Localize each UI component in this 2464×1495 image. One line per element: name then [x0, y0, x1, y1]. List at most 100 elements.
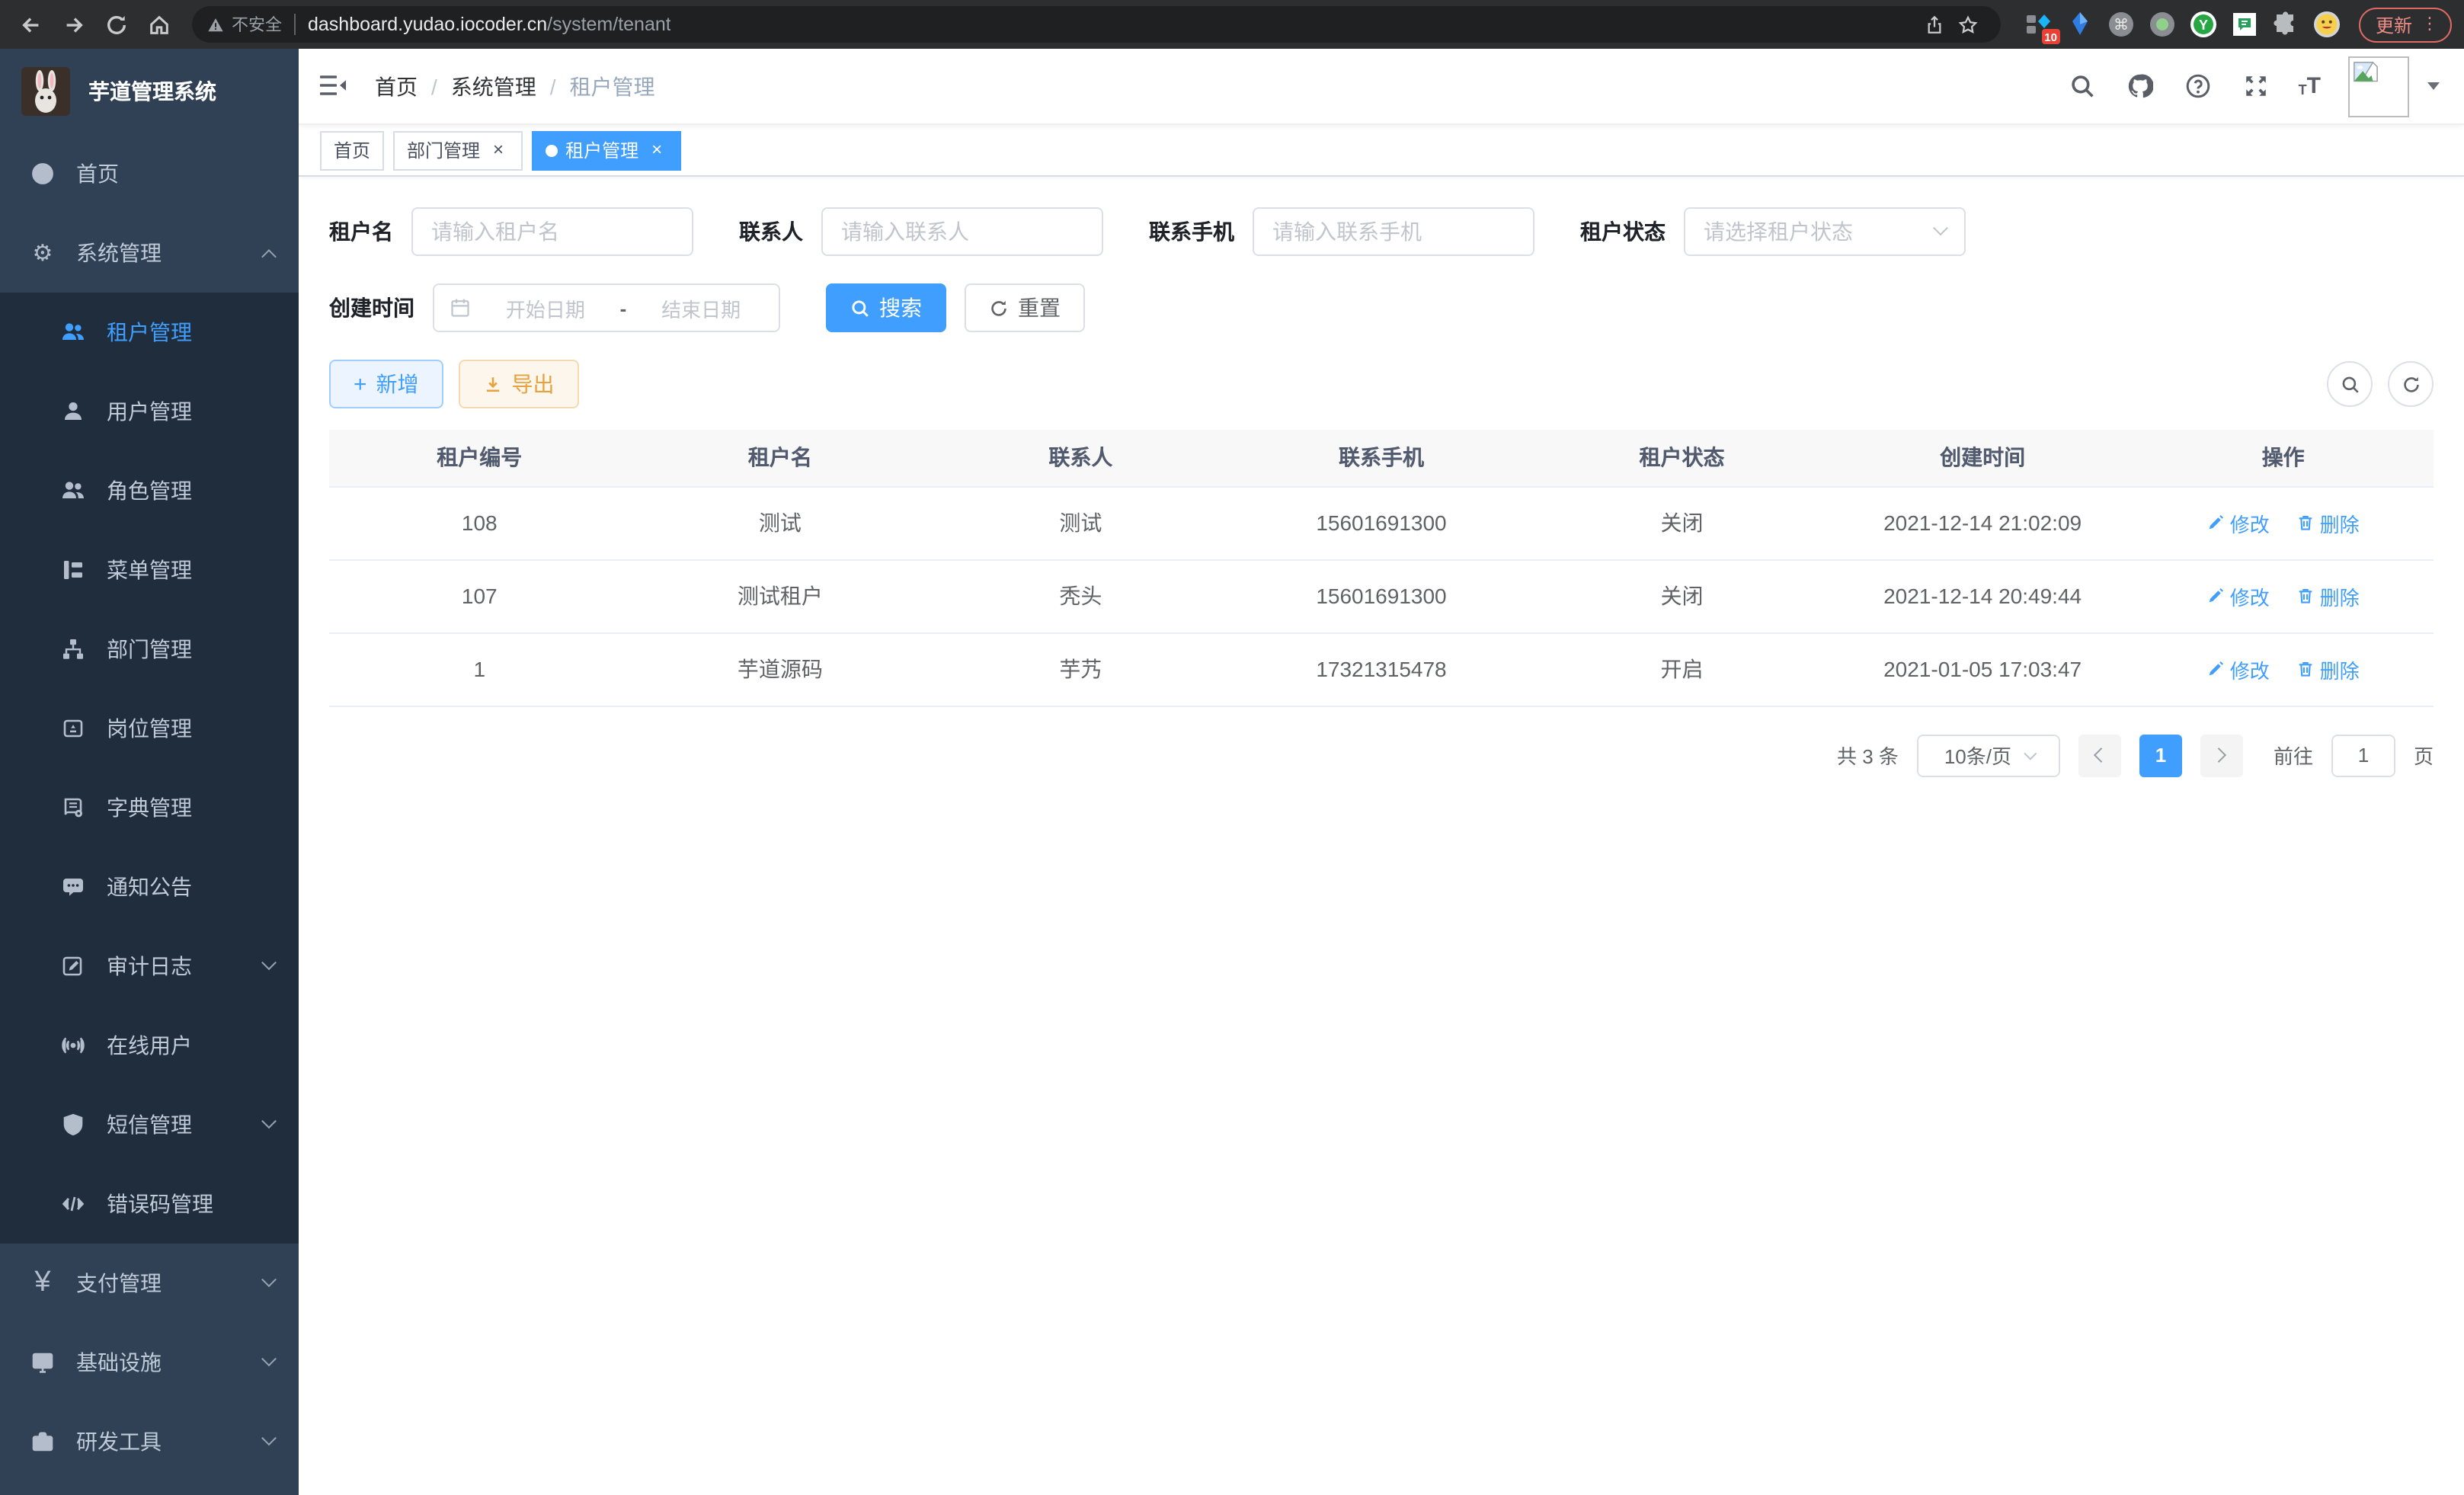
sidebar-item-label: 系统管理	[76, 238, 162, 268]
export-button[interactable]: 导出	[459, 360, 579, 408]
sidebar-item-tenant[interactable]: 租户管理	[0, 293, 299, 372]
sidebar-item-menu[interactable]: 菜单管理	[0, 530, 299, 610]
sidebar-collapse-icon[interactable]	[320, 71, 350, 101]
sidebar-item-home[interactable]: 首页	[0, 134, 299, 213]
sidebar-item-online-users[interactable]: 在线用户	[0, 1006, 299, 1085]
browser-update-button[interactable]: 更新 ⋮	[2359, 7, 2452, 42]
logo: 芋道管理系统	[0, 49, 299, 134]
extension-y-icon[interactable]: Y	[2190, 11, 2217, 38]
sidebar-item-system[interactable]: ⚙ 系统管理	[0, 213, 299, 293]
sidebar-item-sms[interactable]: 短信管理	[0, 1085, 299, 1164]
extension-kite-icon[interactable]	[2066, 11, 2094, 38]
status-select[interactable]: 请选择租户状态	[1684, 207, 1966, 256]
refresh-table-button[interactable]	[2388, 361, 2434, 407]
table-row: 1 芋道源码 芋艿 17321315478 开启 2021-01-05 17:0…	[329, 632, 2434, 706]
github-icon[interactable]	[2125, 71, 2155, 101]
cell-id: 108	[329, 486, 630, 559]
screen: 不安全 dashboard.yudao.iocoder.cn/system/te…	[0, 0, 2464, 1495]
more-menu-icon[interactable]: ⋮	[2421, 16, 2438, 33]
log-edit-icon	[61, 954, 85, 978]
reload-icon[interactable]	[98, 6, 134, 43]
header-tenant-id: 租户编号	[329, 430, 630, 486]
sidebar-item-audit-log[interactable]: 审计日志	[0, 927, 299, 1006]
extension-command-icon[interactable]: ⌘	[2107, 11, 2135, 38]
delete-link[interactable]: 删除	[2297, 655, 2360, 683]
sidebar-item-role[interactable]: 角色管理	[0, 451, 299, 530]
chevron-right-icon	[2212, 748, 2227, 763]
breadcrumb-system[interactable]: 系统管理	[451, 71, 536, 101]
search-icon[interactable]	[2067, 71, 2098, 101]
cell-actions: 修改 删除	[2133, 632, 2434, 706]
chevron-down-icon	[261, 1350, 277, 1365]
page-size-select[interactable]: 10条/页	[1917, 734, 2060, 776]
dropdown-caret-icon[interactable]	[2427, 82, 2440, 90]
sidebar-item-infra[interactable]: 基础设施	[0, 1323, 299, 1402]
back-icon[interactable]	[12, 6, 49, 43]
prev-page-button[interactable]	[2078, 734, 2121, 776]
share-icon[interactable]	[1918, 14, 1952, 34]
extension-puzzle-icon[interactable]	[2272, 11, 2299, 38]
toggle-search-button[interactable]	[2327, 361, 2373, 407]
delete-link[interactable]: 删除	[2297, 508, 2360, 537]
tenant-name-input[interactable]	[411, 207, 693, 256]
browser-toolbar: 不安全 dashboard.yudao.iocoder.cn/system/te…	[0, 0, 2464, 49]
close-icon[interactable]: ×	[488, 139, 509, 161]
search-button[interactable]: 搜索	[826, 283, 946, 332]
sidebar-item-error-code[interactable]: 错误码管理	[0, 1164, 299, 1244]
sidebar-item-dept[interactable]: 部门管理	[0, 610, 299, 689]
extension-chat-icon[interactable]	[2231, 11, 2258, 38]
edit-link[interactable]: 修改	[2207, 655, 2270, 683]
cell-contact: 芋艿	[930, 632, 1231, 706]
peoples-icon	[61, 479, 85, 503]
fullscreen-icon[interactable]	[2241, 71, 2271, 101]
avatar[interactable]	[2348, 56, 2409, 117]
sidebar-item-label: 字典管理	[107, 792, 192, 823]
url-bar[interactable]: 不安全 dashboard.yudao.iocoder.cn/system/te…	[192, 6, 2001, 43]
edit-link[interactable]: 修改	[2207, 581, 2270, 610]
contact-input[interactable]	[821, 207, 1103, 256]
tag-tenant[interactable]: 租户管理 ×	[532, 130, 681, 170]
sidebar-item-devtools[interactable]: 研发工具	[0, 1402, 299, 1481]
extension-grid-icon[interactable]: 10	[2025, 11, 2053, 38]
tag-home[interactable]: 首页	[320, 130, 384, 170]
cell-phone: 17321315478	[1231, 632, 1532, 706]
breadcrumb-separator: /	[431, 74, 437, 98]
forward-icon[interactable]	[55, 6, 91, 43]
next-page-button[interactable]	[2200, 734, 2243, 776]
trash-icon	[2297, 660, 2315, 678]
breadcrumb-home[interactable]: 首页	[375, 71, 418, 101]
tag-label: 首页	[334, 137, 370, 163]
cell-status: 关闭	[1531, 486, 1832, 559]
search-icon	[850, 298, 870, 318]
tag-label: 租户管理	[565, 137, 638, 163]
add-button[interactable]: + 新增	[329, 360, 443, 408]
help-icon[interactable]	[2183, 71, 2213, 101]
close-icon[interactable]: ×	[646, 139, 667, 161]
reset-button[interactable]: 重置	[965, 283, 1085, 332]
star-icon[interactable]	[1952, 14, 1986, 34]
chevron-left-icon	[2094, 748, 2110, 763]
date-range-picker[interactable]: 开始日期 - 结束日期	[433, 283, 780, 332]
font-size-icon[interactable]: TT	[2299, 75, 2321, 98]
sidebar-item-notice[interactable]: 通知公告	[0, 847, 299, 927]
delete-link[interactable]: 删除	[2297, 581, 2360, 610]
chevron-down-icon	[261, 1429, 277, 1445]
url-text[interactable]: dashboard.yudao.iocoder.cn/system/tenant	[308, 14, 671, 35]
sidebar-item-post[interactable]: 岗位管理	[0, 689, 299, 768]
current-page[interactable]: 1	[2139, 734, 2182, 776]
sidebar-item-payment[interactable]: ¥ 支付管理	[0, 1244, 299, 1323]
post-badge-icon	[61, 716, 85, 741]
phone-input[interactable]	[1253, 207, 1534, 256]
tag-dept[interactable]: 部门管理 ×	[393, 130, 523, 170]
home-icon[interactable]	[140, 6, 177, 43]
chevron-down-icon	[261, 1112, 277, 1128]
cell-name: 测试租户	[630, 559, 931, 632]
reset-button-label: 重置	[1018, 293, 1061, 323]
edit-link[interactable]: 修改	[2207, 508, 2270, 537]
security-warning[interactable]: 不安全	[207, 12, 282, 37]
sidebar-item-user[interactable]: 用户管理	[0, 372, 299, 451]
extension-dot-icon[interactable]	[2149, 11, 2176, 38]
extension-emoji-icon[interactable]	[2313, 11, 2341, 38]
goto-page-input[interactable]	[2331, 734, 2395, 776]
sidebar-item-dict[interactable]: 字典管理	[0, 768, 299, 847]
